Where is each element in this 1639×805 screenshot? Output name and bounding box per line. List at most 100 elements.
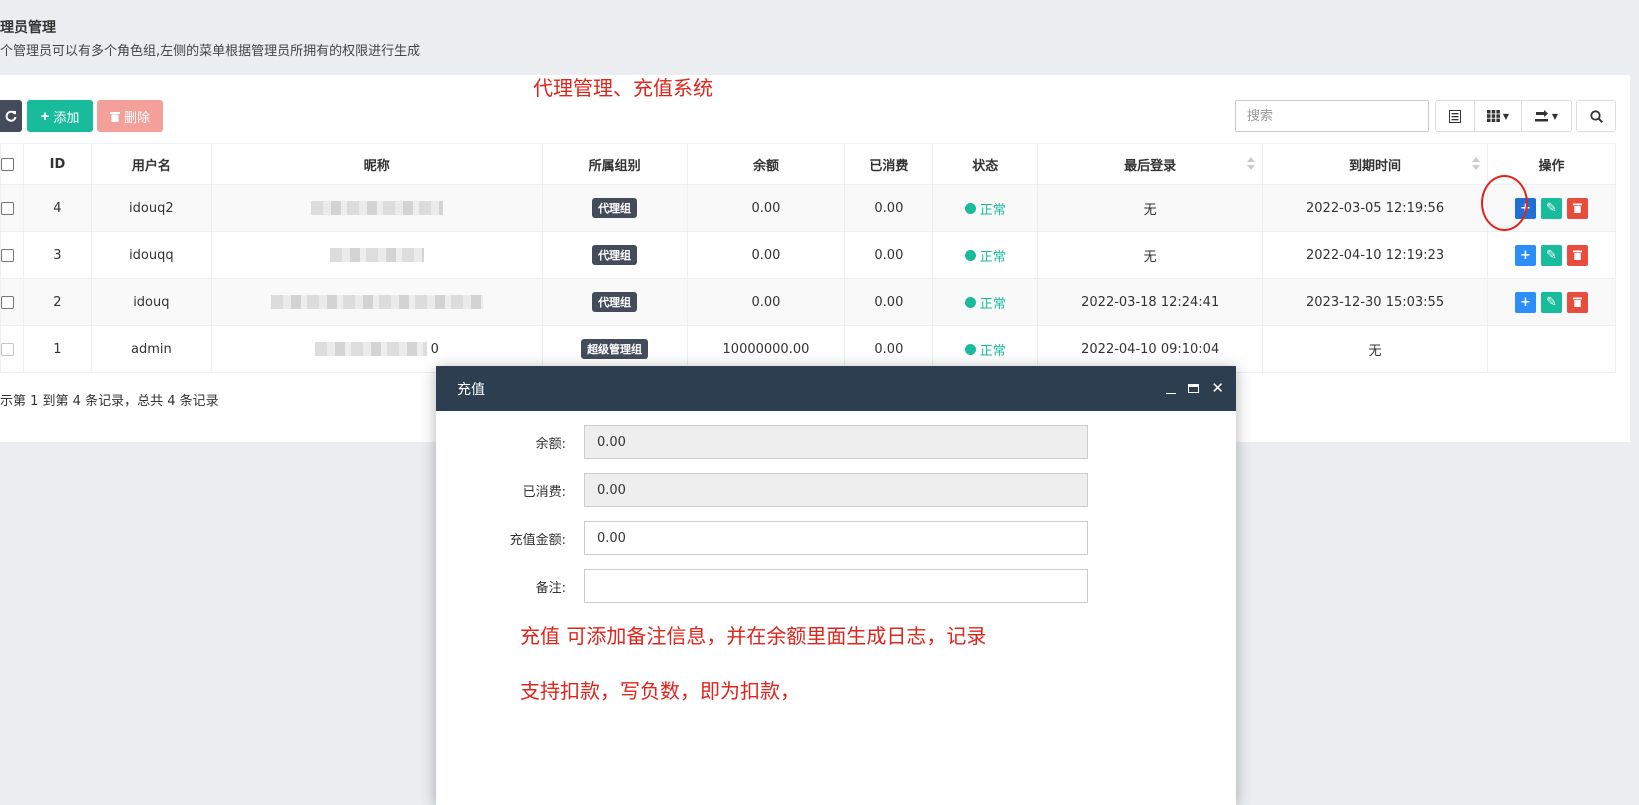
- cell-actions: + ✎: [1487, 278, 1616, 326]
- recharge-button[interactable]: +: [1515, 244, 1536, 266]
- delete-row-button[interactable]: [1567, 244, 1588, 266]
- cell-nickname: [210, 278, 543, 326]
- columns-dropdown[interactable]: ▼: [1474, 100, 1522, 132]
- column-header-nickname[interactable]: 昵称: [210, 143, 543, 185]
- edit-button[interactable]: ✎: [1541, 197, 1562, 219]
- status-dot-icon: [964, 202, 976, 214]
- plus-icon: +: [40, 107, 50, 125]
- search-input[interactable]: [1235, 100, 1429, 132]
- group-badge: 超级管理组: [581, 339, 649, 359]
- cell-last-login: 2022-03-18 12:24:41: [1037, 278, 1264, 326]
- dialog-title: 充值: [457, 381, 485, 398]
- pencil-icon: ✎: [1546, 200, 1557, 216]
- select-all-checkbox[interactable]: [1, 157, 14, 171]
- column-header-id[interactable]: ID: [22, 143, 92, 185]
- recharge-button[interactable]: +: [1515, 291, 1536, 313]
- export-dropdown[interactable]: ▼: [1521, 100, 1572, 132]
- cell-username: idouq2: [90, 184, 212, 232]
- add-button[interactable]: + 添加: [27, 100, 93, 132]
- add-button-label: 添加: [53, 109, 80, 125]
- edit-button[interactable]: ✎: [1541, 291, 1562, 313]
- form-row-consumed: 已消费:: [436, 473, 1236, 507]
- status-dot-icon: [964, 296, 976, 308]
- balance-field[interactable]: [584, 425, 1088, 459]
- cell-balance: 0.00: [686, 278, 846, 326]
- status-badge: 正常: [964, 340, 1006, 359]
- table-header-row: ID 用户名 昵称 所属组别 余额 已消费 状态 最后登录 到期时间 操作: [0, 143, 1616, 185]
- cell-actions: + ✎: [1487, 231, 1616, 279]
- consumed-label: 已消费:: [522, 485, 566, 500]
- cell-actions: [1487, 325, 1616, 373]
- pencil-icon: ✎: [1546, 294, 1557, 310]
- cell-consumed: 0.00: [844, 184, 934, 232]
- cell-expire: 无: [1262, 325, 1488, 373]
- minimize-icon[interactable]: [1166, 384, 1177, 394]
- refresh-button[interactable]: [0, 100, 22, 132]
- blurred-nickname: [310, 201, 443, 215]
- plus-icon: +: [1520, 247, 1531, 263]
- recharge-dialog: 充值 ✕ 余额: 已消费: 充值金额: 备注: 充值 可添加备注信息，并在余额里…: [436, 366, 1236, 805]
- blurred-nickname: [329, 248, 424, 262]
- cell-expire: 2022-04-10 12:19:23: [1262, 231, 1488, 279]
- cell-group: 代理组: [541, 184, 688, 232]
- row-checkbox[interactable]: [1, 201, 14, 215]
- status-label: 正常: [979, 249, 1006, 265]
- cell-consumed: 0.00: [844, 278, 934, 326]
- blurred-nickname: [314, 342, 427, 356]
- row-checkbox[interactable]: [1, 295, 14, 309]
- column-header-status[interactable]: 状态: [932, 143, 1039, 185]
- column-header-last-login-label: 最后登录: [1124, 158, 1177, 174]
- remark-field[interactable]: [584, 569, 1088, 603]
- maximize-icon[interactable]: [1188, 384, 1200, 393]
- delete-row-button[interactable]: [1567, 291, 1588, 313]
- chevron-down-icon: ▼: [1502, 111, 1510, 121]
- toggle-view-button[interactable]: [1435, 100, 1475, 132]
- cell-balance: 0.00: [686, 231, 846, 279]
- list-icon: [1449, 109, 1461, 123]
- group-badge: 代理组: [592, 292, 638, 312]
- group-badge: 代理组: [592, 245, 638, 265]
- sort-icon[interactable]: [1247, 157, 1256, 171]
- row-select-cell: [0, 184, 24, 232]
- column-header-balance[interactable]: 余额: [686, 143, 846, 185]
- cell-username: idouq: [90, 278, 212, 326]
- advanced-search-button[interactable]: [1576, 100, 1616, 132]
- recharge-amount-field[interactable]: [584, 521, 1088, 555]
- pencil-icon: ✎: [1546, 247, 1557, 263]
- cell-status: 正常: [932, 184, 1039, 232]
- recharge-amount-label: 充值金额:: [509, 533, 566, 548]
- consumed-field[interactable]: [584, 473, 1088, 507]
- search-icon: [1589, 109, 1603, 123]
- status-label: 正常: [979, 343, 1006, 359]
- balance-label: 余额:: [535, 437, 566, 452]
- column-header-group[interactable]: 所属组别: [541, 143, 688, 185]
- refresh-icon: [5, 110, 17, 122]
- status-dot-icon: [964, 249, 976, 261]
- row-checkbox[interactable]: [1, 248, 14, 262]
- delete-button-label: 删除: [123, 109, 150, 125]
- cell-expire: 2022-03-05 12:19:56: [1262, 184, 1488, 232]
- cell-id: 3: [22, 231, 92, 279]
- sort-icon[interactable]: [1472, 157, 1480, 171]
- column-header-expire-label: 到期时间: [1349, 158, 1402, 174]
- edit-button[interactable]: ✎: [1541, 244, 1562, 266]
- cell-group: 代理组: [541, 278, 688, 326]
- cell-status: 正常: [932, 278, 1039, 326]
- nickname-visible-text: 0: [430, 341, 439, 357]
- table-row: 2 idouq 代理组 0.00 0.00 正常 2022-03-18 12:2…: [0, 278, 1616, 326]
- column-header-consumed[interactable]: 已消费: [844, 143, 934, 185]
- trash-icon: [1573, 203, 1582, 213]
- column-header-last-login[interactable]: 最后登录: [1037, 143, 1264, 185]
- column-header-expire[interactable]: 到期时间: [1262, 143, 1488, 185]
- column-header-username[interactable]: 用户名: [90, 143, 212, 185]
- delete-button[interactable]: 删除: [97, 100, 163, 132]
- close-icon[interactable]: ✕: [1211, 381, 1224, 396]
- cell-last-login: 无: [1037, 231, 1264, 279]
- trash-icon: [1573, 297, 1582, 307]
- pagination-summary: 示第 1 到第 4 条记录，总共 4 条记录: [0, 394, 219, 409]
- delete-row-button[interactable]: [1567, 197, 1588, 219]
- table-row: 4 idouq2 代理组 0.00 0.00 正常 无 2022-03-05 1…: [0, 184, 1616, 232]
- form-row-remark: 备注:: [436, 569, 1236, 603]
- row-select-cell: [0, 278, 24, 326]
- page-description: 个管理员可以有多个角色组,左侧的菜单根据管理员所拥有的权限进行生成: [0, 44, 421, 59]
